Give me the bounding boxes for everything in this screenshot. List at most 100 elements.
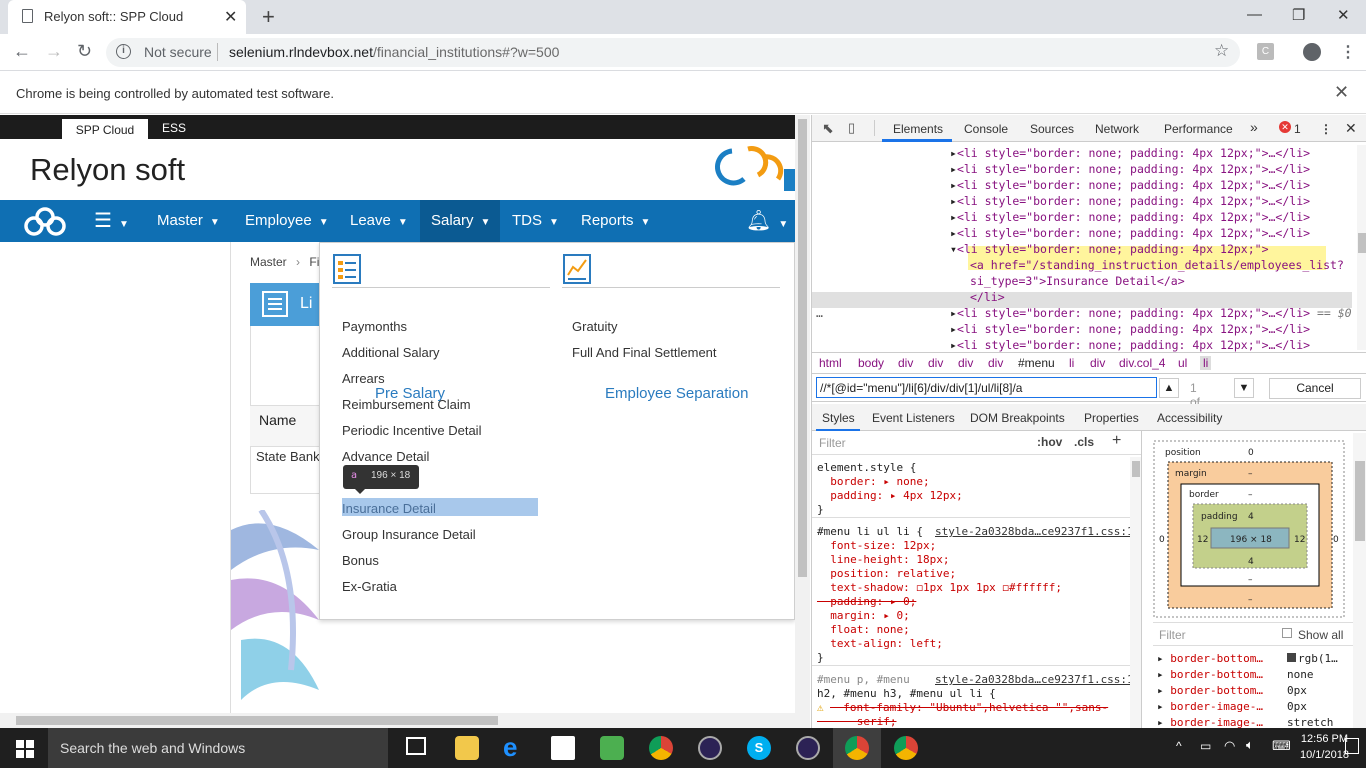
show-all-label[interactable]: Show all <box>1298 628 1343 642</box>
inspect-cursor-icon[interactable]: ⬉ <box>822 120 834 137</box>
menu-item-additional-salary[interactable]: Additional Salary <box>342 345 440 360</box>
wifi-icon[interactable]: ◠ <box>1224 738 1235 754</box>
subtab-styles[interactable]: Styles <box>822 411 855 425</box>
extension-icon[interactable]: C <box>1257 43 1274 60</box>
xpath-search-input[interactable]: //*[@id="menu"]/li[6]/div/div[1]/ul/li[8… <box>816 377 1200 423</box>
menu-item-arrears[interactable]: Arrears <box>342 371 385 386</box>
crumb-li[interactable]: li <box>1069 356 1074 370</box>
nav-salary[interactable]: Salary ▼ <box>431 200 490 242</box>
dom-node-a[interactable]: <a href="/standing_instruction_details/e… <box>970 258 1344 272</box>
style-line-overridden[interactable]: padding: ▸ 0; <box>817 595 916 608</box>
dom-node-li[interactable]: ▸<li style="border: none; padding: 4px 1… <box>950 210 1310 224</box>
nav-leave[interactable]: Leave ▼ <box>350 200 408 242</box>
menu-item-reimbursement-claim[interactable]: Reimbursement Claim <box>342 397 471 412</box>
style-line[interactable]: line-height: 18px; <box>817 553 949 566</box>
styles-scrollbar[interactable] <box>1130 457 1141 728</box>
tab-console[interactable]: Console <box>964 122 1008 136</box>
more-tabs-icon[interactable]: » <box>1250 119 1258 135</box>
nav-reports[interactable]: Reports ▼ <box>581 200 650 242</box>
crumb-html[interactable]: html <box>819 356 842 370</box>
dom-node-li[interactable]: ▸<li style="border: none; padding: 4px 1… <box>950 322 1310 336</box>
style-selector[interactable]: #menu li ul li { <box>817 525 923 538</box>
hov-toggle[interactable]: :hov <box>1037 435 1062 449</box>
style-source-link[interactable]: style-2a0328bda…ce9237f1.css:1 <box>935 525 1134 538</box>
crumb-div[interactable]: div <box>1090 356 1105 370</box>
style-source-link[interactable]: style-2a0328bda…ce9237f1.css:1 <box>935 673 1134 686</box>
style-selector[interactable]: h2, #menu h3, #menu ul li { <box>817 687 996 700</box>
hamburger-menu-icon[interactable]: ☰ ▼ <box>94 200 129 242</box>
restore-icon[interactable]: ❐ <box>1292 6 1305 24</box>
page-vertical-scrollbar[interactable] <box>795 115 810 713</box>
edge-icon[interactable]: e <box>503 732 517 763</box>
tab-spp-cloud[interactable]: SPP Cloud <box>62 119 148 139</box>
computed-row[interactable]: ▸ border-bottom… <box>1157 668 1263 681</box>
info-icon[interactable]: i <box>116 44 131 59</box>
crumb-div[interactable]: div <box>898 356 913 370</box>
chrome-icon[interactable] <box>845 736 869 760</box>
style-line-overridden[interactable]: serif; <box>817 715 897 728</box>
bookmark-star-icon[interactable]: ☆ <box>1214 41 1229 61</box>
computed-filter-input[interactable]: Filter <box>1159 628 1186 642</box>
style-line[interactable]: float: none; <box>817 623 909 636</box>
bell-icon[interactable]: 🔔︎ ▼ <box>746 200 788 242</box>
style-line[interactable]: border: ▸ none; <box>817 475 929 488</box>
tab-elements[interactable]: Elements <box>893 122 943 136</box>
reload-icon[interactable]: ↻ <box>77 41 92 62</box>
forward-icon[interactable]: → <box>45 41 63 62</box>
computed-row[interactable]: ▸ border-bottom… <box>1157 652 1263 665</box>
back-icon[interactable]: ← <box>13 41 31 62</box>
style-line[interactable]: font-size: 12px; <box>817 539 936 552</box>
menu-item-full-final-settlement[interactable]: Full And Final Settlement <box>572 345 717 360</box>
close-devtools-icon[interactable]: ✕ <box>1345 120 1357 137</box>
cancel-search-button[interactable]: Cancel <box>1269 378 1361 399</box>
crumb-div[interactable]: div <box>928 356 943 370</box>
style-line[interactable]: element.style { <box>817 461 916 474</box>
close-window-icon[interactable]: ✕ <box>1337 6 1350 24</box>
project-app-icon[interactable] <box>600 736 624 760</box>
dom-node-li[interactable]: ▸<li style="border: none; padding: 4px 1… <box>950 162 1310 176</box>
scroll-thumb[interactable] <box>16 716 498 725</box>
crumb-div[interactable]: div <box>988 356 1003 370</box>
dom-node-li-close[interactable]: </li> <box>970 290 1005 304</box>
chevron-up-icon[interactable]: ^ <box>1176 739 1182 753</box>
cloud-logo-icon[interactable] <box>22 206 68 238</box>
eclipse-icon[interactable] <box>698 736 722 760</box>
error-count[interactable]: 1 <box>1294 122 1301 136</box>
dom-node-li[interactable]: ▸<li style="border: none; padding: 4px 1… <box>950 178 1310 192</box>
keyboard-icon[interactable]: ⌨ <box>1272 738 1291 754</box>
eclipse-icon[interactable] <box>796 736 820 760</box>
menu-item-group-insurance[interactable]: Group Insurance Detail <box>342 527 476 542</box>
nav-tds[interactable]: TDS ▼ <box>512 200 559 242</box>
tab-performance[interactable]: Performance <box>1164 122 1233 136</box>
styles-filter-input[interactable]: Filter <box>819 436 846 450</box>
menu-item-periodic-incentive[interactable]: Periodic Incentive Detail <box>342 423 481 438</box>
dom-node-li-selected[interactable]: ▸<li style="border: none; padding: 4px 1… <box>950 306 1352 320</box>
task-view-icon[interactable] <box>406 737 426 755</box>
dom-node-li[interactable]: ▸<li style="border: none; padding: 4px 1… <box>950 338 1310 352</box>
crumb-li[interactable]: li <box>1200 356 1212 370</box>
search-next-icon[interactable]: ▼ <box>1234 378 1254 398</box>
add-rule-icon[interactable]: + <box>1112 432 1121 450</box>
profile-avatar-icon[interactable] <box>1303 43 1321 61</box>
breadcrumb-master[interactable]: Master <box>250 255 287 269</box>
column-header-name[interactable]: Name <box>259 412 296 428</box>
device-toggle-icon[interactable]: ▯ <box>848 120 855 136</box>
style-line[interactable]: text-align: left; <box>817 637 943 650</box>
dom-node-li[interactable]: ▸<li style="border: none; padding: 4px 1… <box>950 146 1310 160</box>
security-status[interactable]: Not secure <box>144 44 212 60</box>
crumb-menu[interactable]: #menu <box>1018 356 1055 370</box>
minimize-icon[interactable]: — <box>1247 6 1262 23</box>
subtab-dom-breakpoints[interactable]: DOM Breakpoints <box>970 411 1065 425</box>
devtools-menu-icon[interactable]: ⋮ <box>1320 122 1332 136</box>
url-text[interactable]: selenium.rlndevbox.net/financial_institu… <box>229 44 559 60</box>
table-cell-name[interactable]: State Bank <box>256 449 320 464</box>
style-line[interactable]: margin: ▸ 0; <box>817 609 909 622</box>
subtab-event-listeners[interactable]: Event Listeners <box>872 411 955 425</box>
crumb-ul[interactable]: ul <box>1178 356 1187 370</box>
chrome-icon[interactable] <box>649 736 673 760</box>
menu-item-advance-detail[interactable]: Advance Detail <box>342 449 429 464</box>
close-infobar-icon[interactable]: ✕ <box>1334 82 1349 103</box>
style-selector[interactable]: #menu p, #menu <box>817 673 910 686</box>
dom-scrollbar[interactable] <box>1357 145 1366 350</box>
computed-row[interactable]: ▸ border-bottom… <box>1157 684 1263 697</box>
